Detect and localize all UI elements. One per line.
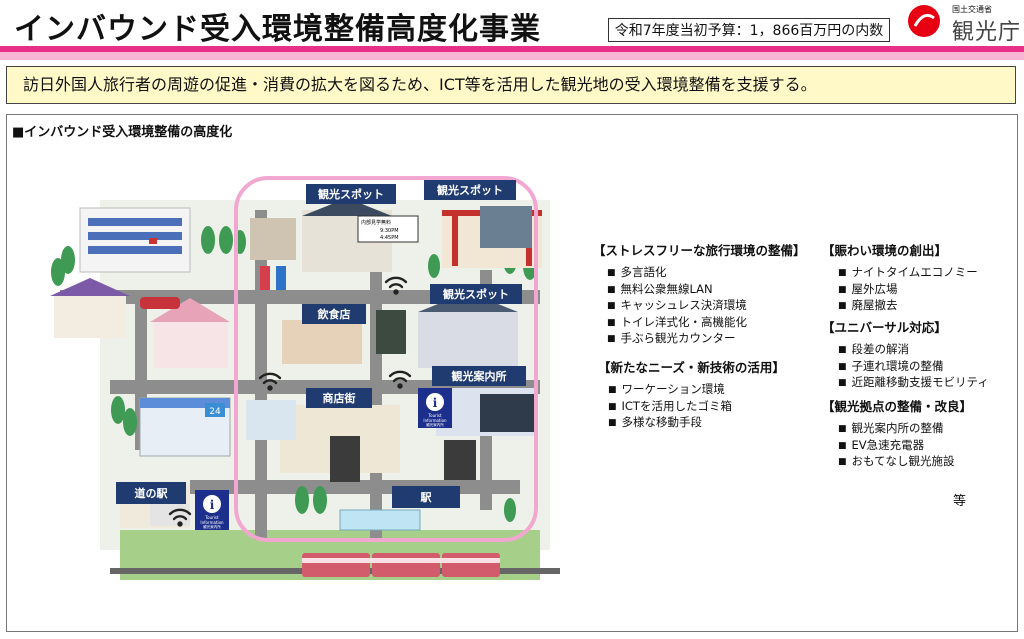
budget-box: 令和7年度当初予算：1，866百万円の内数 [608,18,890,42]
list-item: キャッシュレス決済環境 [607,298,806,315]
list-item: 観光案内所の整備 [838,421,972,438]
sign-line-2: 9:30PM [380,228,399,234]
svg-text:i: i [433,396,438,410]
list-item: 段差の解消 [838,342,989,359]
svg-text:i: i [210,498,215,512]
category-universal: 【ユニバーサル対応】 段差の解消 子連れ環境の整備 近距離移動支援モビリティ [822,317,989,392]
label-roadside-station: 道の駅 [116,482,186,504]
list-item: おもてなし観光施設 [838,454,972,471]
category-title: 【新たなニーズ・新技術の活用】 [598,360,785,375]
label-spot-a: 観光スポット [306,184,396,204]
list-item: トイレ洋式化・高機能化 [607,315,806,332]
svg-text:商店街: 商店街 [323,391,356,405]
tourist-information-icon: i Tourist Information 観光案内所 [418,388,452,428]
list-item: 屋外広場 [838,282,978,299]
school-building [79,207,191,273]
list-item: ICTを活用したゴミ箱 [608,399,785,416]
category-stress-free: 【ストレスフリーな旅行環境の整備】 多言語化 無料公衆無線LAN キャッシュレス… [593,240,806,348]
label-spot-c: 観光スポット [430,284,522,304]
svg-text:観光スポット: 観光スポット [437,183,503,197]
summary-box: 訪日外国人旅行者の周遊の促進・消費の拡大を図るため、ICT等を活用した観光地の受… [6,66,1016,104]
town-illustration: 24 内部見学無料 9:30PM 4:45PM i Tourist Inform… [50,176,560,580]
category-tourism-base: 【観光拠点の整備・改良】 観光案内所の整備 EV急速充電器 おもてなし観光施設 [822,396,972,471]
svg-text:観光案内所: 観光案内所 [426,422,444,427]
category-title: 【賑わい環境の創出】 [822,243,948,258]
tourist-information-icon: i Tourist Information 観光案内所 [195,490,229,530]
label-station: 駅 [392,486,460,508]
svg-text:観光案内所: 観光案内所 [452,369,507,383]
section-heading: ■インバウンド受入環境整備の高度化 [12,125,233,140]
category-new-needs: 【新たなニーズ・新技術の活用】 ワーケーション環境 ICTを活用したゴミ箱 多様… [598,357,785,432]
category-lively-environment: 【賑わい環境の創出】 ナイトタイムエコノミー 屋外広場 廃屋撤去 [822,240,978,315]
label-shopping-street: 商店街 [306,388,372,408]
list-item: ワーケーション環境 [608,382,785,399]
sign-line-1: 内部見学無料 [361,219,391,226]
male-restroom-icon [276,266,286,290]
label-restaurant: 飲食店 [302,304,366,324]
svg-text:道の駅: 道の駅 [135,486,168,500]
sign-line-3: 4:45PM [380,235,399,241]
category-title: 【ユニバーサル対応】 [822,320,947,335]
car [140,297,180,309]
list-item: 無料公衆無線LAN [607,282,806,299]
svg-text:観光スポット: 観光スポット [318,187,384,201]
list-item: 廃屋撤去 [838,298,978,315]
japan-tourism-logo-icon [908,5,940,37]
header-band-light [0,52,1024,60]
label-tourist-info-center: 観光案内所 [432,366,526,386]
category-title: 【観光拠点の整備・改良】 [822,399,973,414]
female-restroom-icon [260,266,270,290]
list-item: 多言語化 [607,265,806,282]
list-item: 手ぶら観光カウンター [607,331,806,348]
train [302,553,500,577]
list-item: 多様な移動手段 [608,415,785,432]
list-item: 近距離移動支援モビリティ [838,375,989,392]
svg-text:飲食店: 飲食店 [317,307,351,321]
list-item: 子連れ環境の整備 [838,359,989,376]
page-title: インバウンド受入環境整備高度化事業 [14,12,541,47]
etc-note: 等 [953,494,967,509]
store-number: 24 [209,407,221,417]
list-item: ナイトタイムエコノミー [838,265,978,282]
list-item: EV急速充電器 [838,438,972,455]
svg-text:観光案内所: 観光案内所 [203,524,221,529]
agency-name: 観光庁 [952,20,1022,45]
svg-text:観光スポット: 観光スポット [443,287,509,301]
label-spot-b: 観光スポット [424,180,516,200]
category-title: 【ストレスフリーな旅行環境の整備】 [593,243,806,258]
svg-text:駅: 駅 [420,491,432,504]
